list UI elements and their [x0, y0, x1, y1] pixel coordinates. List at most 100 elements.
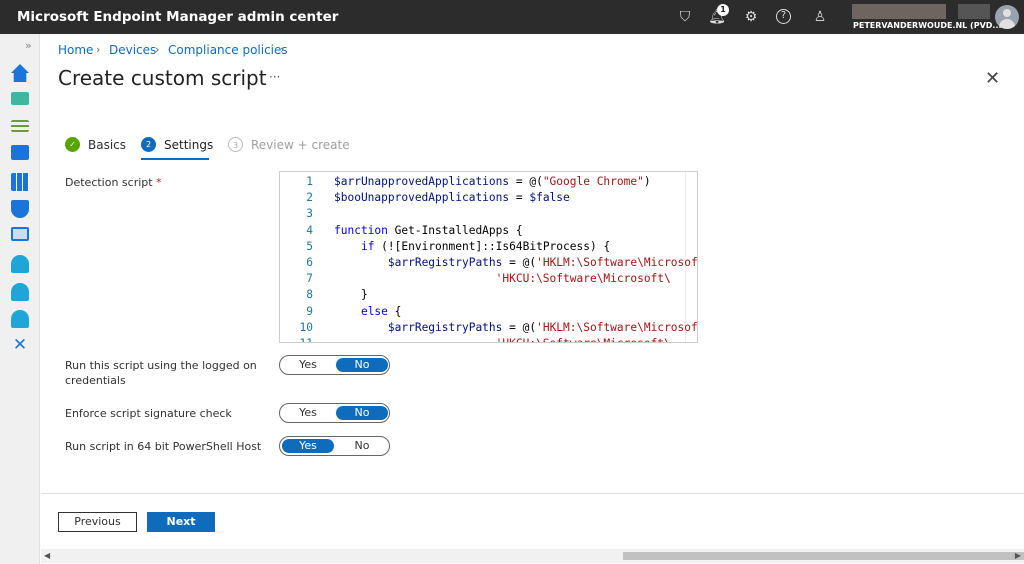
code-line: function Get-InstalledApps {	[334, 223, 523, 239]
endpoint-security-icon[interactable]	[11, 200, 29, 218]
toggle-option-yes[interactable]: Yes	[282, 406, 334, 420]
code-token: 'HKLM:\Software\Microsoft\	[536, 320, 698, 334]
breadcrumb-home[interactable]: Home	[58, 43, 93, 57]
code-token: $arrRegistryPaths	[387, 256, 503, 269]
tab-basics[interactable]: Basics	[88, 138, 126, 152]
code-token: =	[509, 191, 530, 205]
yes-no-toggle[interactable]: Yes No	[279, 403, 390, 423]
line-number: 3	[306, 207, 313, 221]
code-token: $arrUnapprovedApplications	[334, 175, 510, 188]
tenant-administration-icon[interactable]	[11, 310, 29, 328]
active-tab-indicator	[141, 158, 209, 160]
devices-icon[interactable]	[11, 145, 29, 160]
expand-sidebar-icon[interactable]: »	[25, 39, 32, 52]
more-options-button[interactable]: ···	[269, 70, 280, 84]
code-token: $false	[529, 191, 570, 205]
breadcrumb-devices[interactable]: Devices	[109, 43, 156, 57]
code-line: }	[334, 287, 368, 303]
code-token: 'HKCU:\Software\Microsoft\	[496, 337, 671, 342]
code-line: $arrRegistryPaths = @('HKLM:\Software\Mi…	[334, 320, 698, 336]
redacted-block	[958, 4, 990, 19]
all-services-icon[interactable]	[11, 120, 29, 132]
apps-icon[interactable]	[11, 173, 29, 191]
code-token: }	[334, 288, 368, 302]
yes-no-toggle[interactable]: Yes No	[279, 355, 390, 375]
code-token: Get-InstalledApps {	[387, 223, 523, 237]
troubleshooting-icon[interactable]: ✕	[11, 336, 29, 354]
step-number-icon: 3	[228, 137, 243, 152]
setting-label: Run script in 64 bit PowerShell Host	[65, 440, 262, 453]
horizontal-scrollbar[interactable]: ◀ ▶	[41, 549, 1024, 563]
code-line: 'HKCU:\Software\Microsoft\	[334, 336, 671, 342]
toggle-option-yes[interactable]: Yes	[282, 358, 334, 372]
sidebar: » ✕	[0, 34, 40, 564]
breadcrumb-separator: ›	[280, 43, 285, 56]
user-name-redacted	[852, 4, 946, 19]
line-number: 1	[306, 175, 313, 188]
breadcrumb-separator: ›	[96, 43, 101, 56]
code-token: $booUnapprovedApplications	[334, 191, 510, 205]
code-token: = @(	[502, 256, 537, 269]
feedback-person-icon[interactable]: ♙	[811, 8, 829, 26]
line-number: 9	[306, 304, 313, 318]
close-button[interactable]: ✕	[985, 68, 1000, 89]
avatar[interactable]	[995, 5, 1019, 29]
next-button[interactable]: Next	[147, 512, 215, 532]
home-icon[interactable]	[11, 64, 29, 82]
feedback-filter-icon[interactable]: ⛉	[676, 8, 694, 26]
page-title: Create custom script	[58, 66, 267, 90]
breadcrumb-compliance-policies[interactable]: Compliance policies	[168, 43, 288, 57]
toggle-option-no[interactable]: No	[336, 439, 388, 453]
code-token: )	[643, 175, 651, 188]
footer-divider	[41, 493, 1024, 494]
detection-script-editor[interactable]: 1 $arrUnapprovedApplications = @("Google …	[279, 171, 698, 343]
breadcrumb-separator: ›	[155, 43, 160, 56]
code-token: function	[334, 223, 388, 237]
code-line: $booUnapprovedApplications = $false	[334, 190, 570, 206]
gear-icon[interactable]: ⚙	[742, 8, 760, 26]
users-icon[interactable]	[11, 255, 29, 273]
scrollbar-thumb[interactable]	[623, 552, 1024, 560]
code-line: 'HKCU:\Software\Microsoft\	[334, 271, 671, 287]
tab-settings[interactable]: Settings	[164, 138, 213, 152]
code-line: else {	[334, 304, 401, 320]
detection-script-label-text: Detection script	[65, 176, 153, 189]
line-number: 2	[306, 191, 313, 205]
line-number: 5	[306, 239, 313, 253]
scroll-left-icon[interactable]: ◀	[44, 551, 50, 560]
code-token: $arrRegistryPaths	[387, 320, 503, 334]
line-number: 10	[299, 320, 313, 334]
notification-badge: 1	[717, 4, 729, 16]
yes-no-toggle[interactable]: Yes No	[279, 436, 390, 456]
help-icon[interactable]: ?	[776, 9, 791, 24]
setting-label: Run this script using the logged on cred…	[65, 359, 257, 387]
code-token: = @(	[502, 320, 537, 334]
code-line: if (![Environment]::Is64BitProcess) {	[334, 239, 610, 255]
setting-label: Enforce script signature check	[65, 407, 232, 420]
code-token: if	[360, 239, 375, 253]
line-number: 4	[306, 223, 313, 237]
line-number: 11	[280, 336, 313, 342]
scroll-right-icon[interactable]: ▶	[1015, 551, 1021, 560]
line-number: 6	[306, 256, 313, 269]
dashboard-icon[interactable]	[11, 92, 29, 105]
tab-review-create[interactable]: Review + create	[251, 138, 350, 152]
previous-button[interactable]: Previous	[58, 512, 137, 532]
tenant-name[interactable]: PETERVANDERWOUDE.NL (PVD...	[853, 21, 1002, 30]
code-token: = @(	[509, 175, 543, 188]
code-token: else	[360, 304, 388, 318]
toggle-option-no[interactable]: No	[336, 406, 388, 420]
code-line: $arrUnapprovedApplications = @("Google C…	[334, 174, 651, 190]
detection-script-label: Detection script *	[65, 175, 162, 190]
toggle-option-yes[interactable]: Yes	[282, 439, 334, 453]
groups-icon[interactable]	[11, 283, 29, 301]
toggle-option-no[interactable]: No	[336, 358, 388, 372]
code-token: 'HKCU:\Software\Microsoft\	[495, 272, 671, 286]
code-token: {	[387, 304, 402, 318]
reports-icon[interactable]	[11, 227, 29, 241]
